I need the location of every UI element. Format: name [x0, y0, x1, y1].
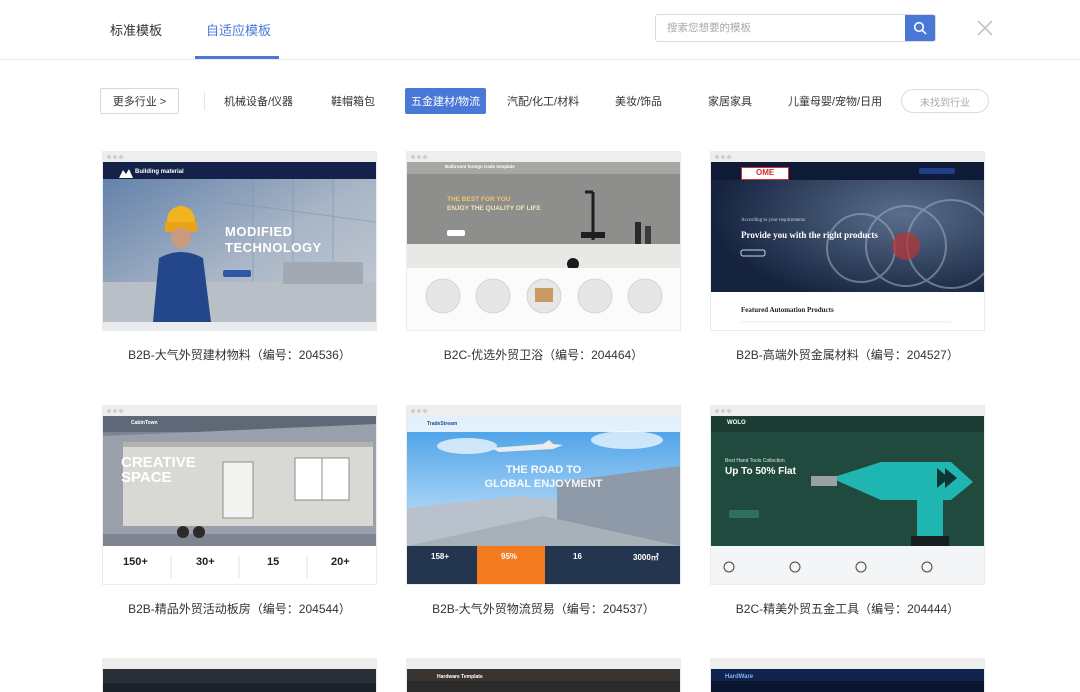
- template-caption[interactable]: B2B-高端外贸金属材料（编号：204527）: [710, 346, 985, 363]
- template-subheadline: SPACE: [121, 469, 172, 486]
- browser-bar: [103, 406, 376, 416]
- browser-bar: [407, 152, 680, 162]
- search-button[interactable]: [905, 15, 935, 41]
- template-stat: 15: [267, 556, 280, 568]
- template-caption[interactable]: B2C-优选外贸卫浴（编号：204464）: [406, 346, 681, 363]
- active-tab-underline: [195, 56, 279, 59]
- template-thumbnail[interactable]: WOLO Best Hand Tools Collection Up To 50…: [710, 405, 985, 585]
- browser-bar: [103, 152, 376, 162]
- template-stat: 16: [573, 552, 582, 561]
- template-subheadline: ENJOY THE QUALITY OF LIFE: [447, 205, 541, 212]
- more-industries-button[interactable]: 更多行业 >: [100, 88, 179, 114]
- browser-bar: [407, 406, 680, 416]
- template-caption[interactable]: B2B-大气外贸物流贸易（编号：204537）: [406, 600, 681, 617]
- category-baby-pets-daily[interactable]: 儿童母婴/宠物/日用: [788, 88, 882, 114]
- template-stat: 150+: [123, 556, 148, 568]
- template-logo-icon: [119, 169, 133, 178]
- template-card-partial[interactable]: Hardware Template: [406, 658, 681, 692]
- template-caption[interactable]: B2B-精品外贸活动板房（编号：204544）: [102, 600, 377, 617]
- search-input[interactable]: [656, 15, 906, 41]
- template-thumbnail[interactable]: Bathroom foreign trade template THE BEST…: [406, 151, 681, 331]
- template-brand: CabinTown: [131, 420, 158, 426]
- category-home-furniture[interactable]: 家居家具: [708, 88, 752, 114]
- template-stat: 95%: [501, 552, 518, 561]
- browser-bar: [711, 659, 984, 669]
- template-stat: 3000㎡: [633, 553, 659, 562]
- template-subheadline: TECHNOLOGY: [225, 240, 322, 255]
- template-subheadline: Up To 50% Flat: [725, 466, 796, 477]
- template-caption[interactable]: B2B-大气外贸建材物料（编号：204536）: [102, 346, 377, 363]
- template-brand: HardWare: [725, 674, 754, 680]
- template-subheadline: Provide you with the right products: [741, 230, 878, 240]
- search-box: [655, 14, 936, 42]
- template-headline: MODIFIED: [225, 224, 293, 239]
- template-headline: THE BEST FOR YOU: [447, 196, 511, 203]
- category-shoes-bags[interactable]: 鞋帽箱包: [331, 88, 375, 114]
- template-card[interactable]: CabinTown CREATIVE SPACE 150+ 30+ 15 20+…: [102, 405, 377, 616]
- template-card-partial[interactable]: HardWare: [710, 658, 985, 692]
- template-card[interactable]: TradeStream THE ROAD TO GLOBAL ENJOYMENT…: [406, 405, 681, 616]
- template-card[interactable]: WOLO Best Hand Tools Collection Up To 50…: [710, 405, 985, 616]
- tab-responsive-template[interactable]: 自适应模板: [206, 20, 271, 60]
- template-stat: 20+: [331, 556, 350, 568]
- industry-not-found-button[interactable]: 未找到行业: [901, 89, 989, 113]
- template-card[interactable]: Bathroom foreign trade template THE BEST…: [406, 151, 681, 362]
- template-brand: Building material: [135, 169, 184, 175]
- category-hardware-logistics[interactable]: 五金建材/物流: [405, 88, 487, 114]
- industry-filter-row: 更多行业 > 机械设备/仪器 鞋帽箱包 五金建材/物流 汽配/化工/材料 美妆/…: [0, 86, 1080, 116]
- template-thumbnail[interactable]: Building material MODIFIED TECHNOLOGY: [102, 151, 377, 331]
- template-thumbnail[interactable]: TradeStream THE ROAD TO GLOBAL ENJOYMENT…: [406, 405, 681, 585]
- template-stat: 158+: [431, 552, 450, 561]
- category-machinery[interactable]: 机械设备/仪器: [224, 88, 293, 114]
- search-icon: [913, 21, 927, 35]
- template-brand: Hardware Template: [437, 674, 483, 680]
- template-card[interactable]: OME According to your requirements Provi…: [710, 151, 985, 362]
- template-brand: TradeStream: [427, 421, 458, 427]
- template-caption[interactable]: B2C-精美外贸五金工具（编号：204444）: [710, 600, 985, 617]
- browser-bar: [103, 659, 376, 669]
- tab-standard-template[interactable]: 标准模板: [110, 20, 162, 60]
- browser-bar: [711, 152, 984, 162]
- template-stat: 30+: [196, 556, 215, 568]
- top-bar: 标准模板 自适应模板: [0, 0, 1080, 60]
- close-icon: [977, 20, 993, 36]
- filter-divider: [204, 92, 205, 110]
- template-section-title: Featured Automation Products: [741, 306, 834, 314]
- close-button[interactable]: [975, 18, 995, 38]
- template-card-partial[interactable]: [102, 658, 377, 692]
- template-subheadline: GLOBAL ENJOYMENT: [484, 478, 603, 490]
- template-thumbnail[interactable]: OME According to your requirements Provi…: [710, 151, 985, 331]
- template-brand: Bathroom foreign trade template: [445, 164, 515, 169]
- category-beauty-jewelry[interactable]: 美妆/饰品: [615, 88, 662, 114]
- category-auto-chemical[interactable]: 汽配/化工/材料: [507, 88, 579, 114]
- template-headline: Best Hand Tools Collection: [725, 458, 785, 464]
- browser-bar: [711, 406, 984, 416]
- template-headline: According to your requirements: [741, 218, 806, 223]
- template-thumbnail[interactable]: CabinTown CREATIVE SPACE 150+ 30+ 15 20+: [102, 405, 377, 585]
- browser-bar: [407, 659, 680, 669]
- template-brand: OME: [756, 168, 775, 177]
- template-card[interactable]: Building material MODIFIED TECHNOLOGY B2…: [102, 151, 377, 362]
- template-headline: THE ROAD TO: [505, 464, 582, 476]
- template-brand: WOLO: [727, 420, 746, 426]
